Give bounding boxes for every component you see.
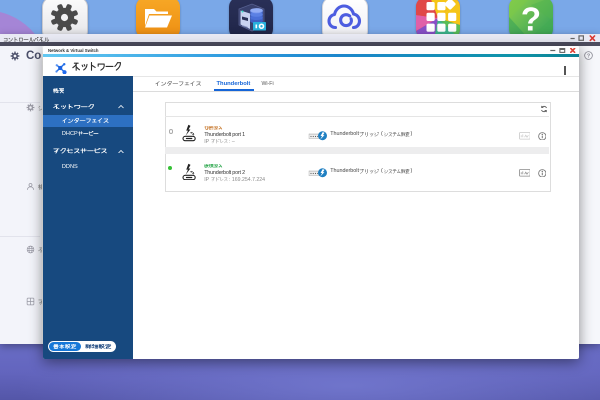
svg-text:?: ? — [521, 1, 541, 38]
svg-text:?: ? — [587, 53, 590, 59]
